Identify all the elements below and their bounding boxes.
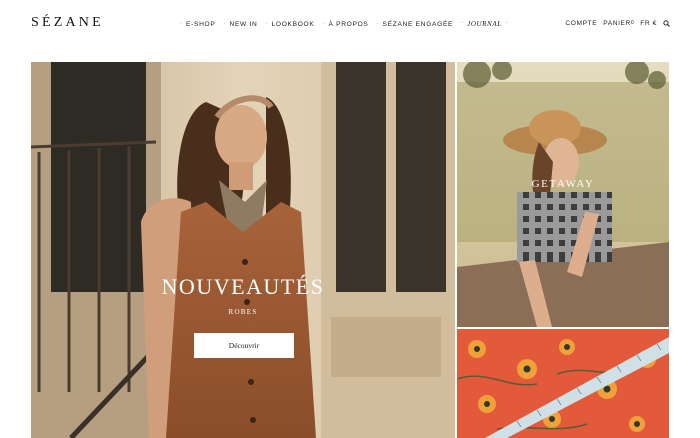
nav-item-new-in[interactable]: NEW IN: [223, 20, 257, 28]
nav-item-eshop[interactable]: E-SHOP: [180, 20, 215, 28]
main-nav: E-SHOP NEW IN LOOKBOOK À PROPOS SÉZANE E…: [180, 19, 516, 28]
hero-title: NOUVEAUTÉS: [161, 274, 325, 299]
fabric-tile[interactable]: [457, 329, 669, 438]
header-utilities: COMPTE PANIER0 FR €: [559, 20, 670, 27]
nav-item-sezane-engagee[interactable]: SÉZANE ENGAGÉE: [377, 20, 454, 28]
hero-subtitle: ROBES: [228, 308, 258, 316]
nav-item-journal[interactable]: JOURNAL: [461, 19, 507, 28]
account-link[interactable]: COMPTE: [565, 20, 597, 27]
getaway-title: GETAWAY: [531, 178, 595, 190]
getaway-image: [457, 62, 669, 327]
hero-new-arrivals[interactable]: NOUVEAUTÉS ROBES Découvrir: [31, 62, 455, 438]
nav-item-lookbook[interactable]: LOOKBOOK: [266, 20, 315, 28]
cart-link[interactable]: PANIER0: [603, 20, 634, 27]
cart-count: 0: [630, 20, 635, 26]
nav-item-a-propos[interactable]: À PROPOS: [322, 20, 368, 28]
site-header: SÉZANE E-SHOP NEW IN LOOKBOOK À PROPOS S…: [0, 0, 700, 50]
hero-image: [31, 62, 455, 438]
getaway-tile[interactable]: GETAWAY: [457, 62, 669, 327]
search-icon[interactable]: [663, 20, 670, 27]
fabric-image: [457, 329, 669, 438]
brand-logo[interactable]: SÉZANE: [31, 15, 104, 31]
cart-label: PANIER: [603, 20, 631, 27]
language-selector[interactable]: FR €: [640, 20, 657, 27]
discover-button[interactable]: Découvrir: [194, 333, 294, 358]
